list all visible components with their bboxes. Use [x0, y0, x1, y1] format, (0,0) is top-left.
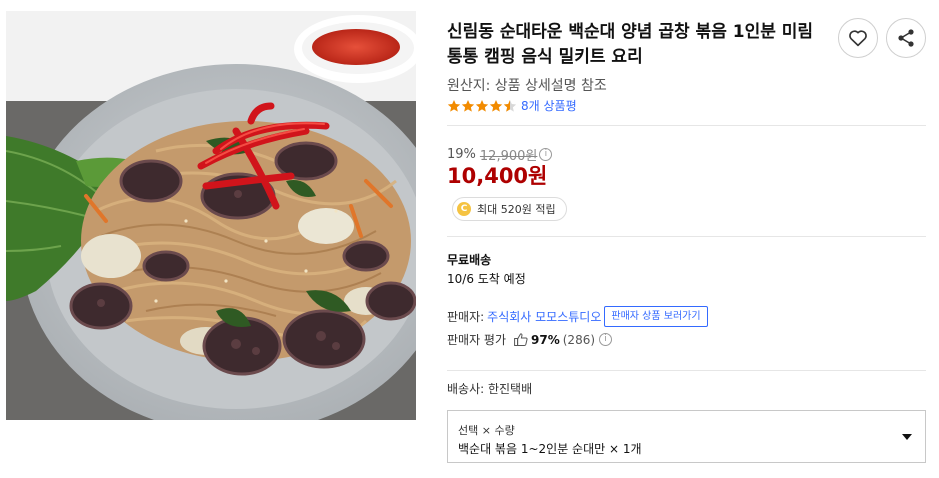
divider	[447, 125, 926, 126]
option-select[interactable]: 선택 × 수량 백순대 볶음 1~2인분 순대만 × 1개	[447, 410, 926, 463]
shipping-label: 무료배송	[447, 253, 492, 267]
seller-row: 판매자: 주식회사 모모스튜디오 판매자 상품 보러가기	[447, 306, 708, 327]
reward-text: 최대 520원 적립	[477, 203, 556, 216]
seller-name-link[interactable]: 주식회사 모모스튜디오	[487, 308, 601, 325]
star-icon	[447, 99, 461, 112]
product-rating[interactable]: 8개 상품평	[447, 97, 577, 114]
seller-rating-label: 판매자 평가	[447, 333, 507, 347]
coin-icon: C	[457, 202, 471, 216]
star-icon	[461, 99, 475, 112]
origin-text: 원산지: 상품 상세설명 참조	[447, 78, 607, 94]
sale-price: 10,400원	[447, 164, 548, 188]
seller-label: 판매자:	[447, 310, 485, 324]
half-star-icon	[503, 99, 517, 112]
option-header: 선택 × 수량	[458, 424, 515, 437]
thumbs-up-icon	[514, 333, 528, 346]
share-icon	[898, 29, 914, 47]
heart-icon	[849, 30, 867, 47]
reward-badge: C 최대 520원 적립	[452, 197, 567, 221]
share-button[interactable]	[886, 18, 926, 58]
wishlist-button[interactable]	[838, 18, 878, 58]
seller-rating-row: 판매자 평가 97% (286) i	[447, 331, 613, 348]
divider	[447, 236, 926, 237]
product-title: 신림동 순대타운 백순대 양념 곱창 볶음 1인분 미림통통 캠핑 음식 밀키트…	[447, 22, 814, 67]
seller-rating-count: (286)	[562, 332, 596, 347]
info-icon[interactable]: i	[599, 333, 613, 346]
option-value: 백순대 볶음 1~2인분 순대만 × 1개	[458, 442, 642, 456]
divider	[447, 370, 926, 371]
product-image	[6, 11, 416, 420]
carrier-text: 배송사: 한진택배	[447, 382, 533, 396]
star-icon	[475, 99, 489, 112]
delivery-date: 10/6 도착 예정	[447, 272, 526, 286]
rating-stars	[447, 99, 517, 113]
seller-rating-percent: 97%	[531, 332, 560, 347]
star-icon	[489, 99, 503, 112]
seller-products-button[interactable]: 판매자 상품 보러가기	[604, 306, 708, 327]
caret-down-icon	[902, 434, 912, 440]
review-count-link[interactable]: 8개 상품평	[521, 97, 577, 114]
